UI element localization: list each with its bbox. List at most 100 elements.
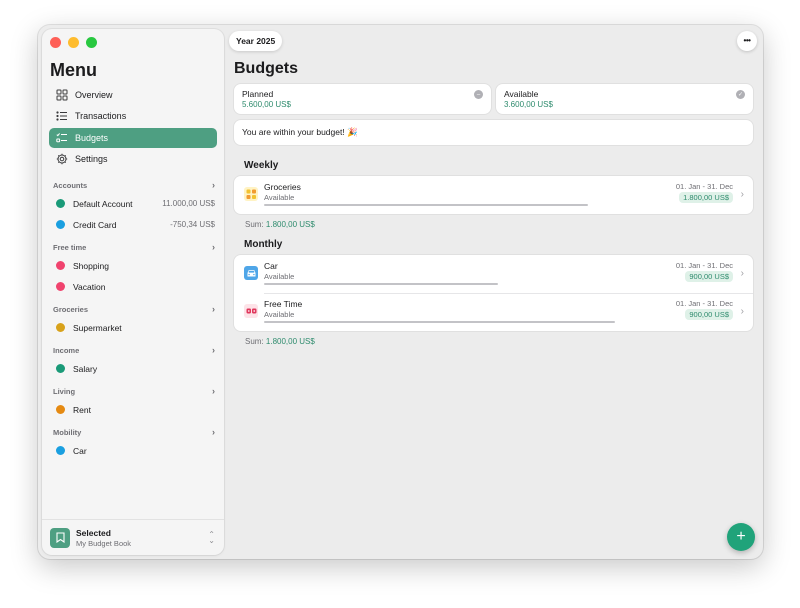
account-name: Supermarket xyxy=(73,322,122,333)
monthly-budget-list: Car Available 01. Jan - 31. Dec 900,00 U… xyxy=(234,255,753,331)
planned-value: 5.600,00 US$ xyxy=(242,100,291,109)
nav-item-transactions[interactable]: Transactions xyxy=(49,106,217,126)
ellipsis-icon: ••• xyxy=(743,36,751,45)
section-title-weekly: Weekly xyxy=(244,160,279,171)
budget-amount-badge: 900,00 US$ xyxy=(685,271,733,282)
nav-item-label: Overview xyxy=(75,90,113,100)
zoom-window-button[interactable] xyxy=(86,37,97,48)
budget-book-selector[interactable]: Selected My Budget Book ⌃ ⌄ xyxy=(42,519,224,555)
planned-card: Planned 5.600,00 US$ – xyxy=(234,84,491,114)
account-item-vacation[interactable]: Vacation xyxy=(50,276,218,297)
group-header[interactable]: Free time › xyxy=(50,239,218,255)
chevron-right-icon: › xyxy=(740,306,744,317)
chevron-right-icon: › xyxy=(212,304,215,314)
budget-status: Available xyxy=(264,272,295,281)
account-item-rent[interactable]: Rent xyxy=(50,399,218,420)
group-mobility: Mobility › Car xyxy=(50,424,218,461)
budget-row-free-time[interactable]: Free Time Available 01. Jan - 31. Dec 90… xyxy=(234,293,753,331)
checkmark-circle-icon[interactable]: ✓ xyxy=(736,90,745,99)
sidebar-nav: Overview Transactions Budgets Settings xyxy=(49,85,217,170)
group-title: Living xyxy=(53,386,76,396)
available-value: 3.600,00 US$ xyxy=(504,100,553,109)
budget-name: Free Time xyxy=(264,299,303,309)
budget-progress-bar xyxy=(264,204,588,206)
category-color-dot xyxy=(56,282,65,291)
account-item-supermarket[interactable]: Supermarket xyxy=(50,317,218,338)
budget-progress-bar xyxy=(264,283,498,285)
planned-label: Planned xyxy=(242,89,274,99)
group-living: Living › Rent xyxy=(50,383,218,420)
sum-label: Sum: xyxy=(245,337,264,346)
grid-icon xyxy=(56,89,68,101)
minus-circle-icon[interactable]: – xyxy=(474,90,483,99)
close-window-button[interactable] xyxy=(50,37,61,48)
nav-item-settings[interactable]: Settings xyxy=(49,149,217,169)
group-header[interactable]: Mobility › xyxy=(50,424,218,440)
nav-item-label: Transactions xyxy=(75,111,127,122)
nav-item-overview[interactable]: Overview xyxy=(49,85,217,105)
budget-name: Car xyxy=(264,261,278,271)
more-options-button[interactable]: ••• xyxy=(737,31,757,51)
chevron-right-icon: › xyxy=(212,427,215,437)
app-window: Menu Overview Transactions Budgets Setti… xyxy=(38,25,763,559)
group-header[interactable]: Accounts › xyxy=(50,177,218,193)
account-item-shopping[interactable]: Shopping xyxy=(50,255,218,276)
category-color-dot xyxy=(56,199,65,208)
group-income: Income › Salary xyxy=(50,342,218,379)
year-selector[interactable]: Year 2025 xyxy=(229,31,283,51)
page-title: Budgets xyxy=(234,60,298,77)
minimize-window-button[interactable] xyxy=(68,37,79,48)
account-groups: Accounts › Default Account 11.000,00 US$… xyxy=(50,177,218,465)
nav-item-label: Settings xyxy=(75,153,108,164)
group-title: Income xyxy=(53,345,80,355)
account-item-salary[interactable]: Salary xyxy=(50,358,218,379)
category-color-dot xyxy=(56,220,65,229)
selected-label: Selected xyxy=(76,527,111,538)
budget-status: Available xyxy=(264,310,295,319)
budget-date-range: 01. Jan - 31. Dec xyxy=(675,182,733,191)
budget-row-groceries[interactable]: Groceries Available 01. Jan - 31. Dec 1.… xyxy=(234,176,753,214)
nav-item-label: Budgets xyxy=(75,132,109,143)
window-controls xyxy=(50,37,97,48)
group-header[interactable]: Income › xyxy=(50,342,218,358)
checklist-icon xyxy=(56,132,67,142)
account-name: Default Account xyxy=(73,198,133,209)
account-item-car[interactable]: Car xyxy=(50,440,218,461)
group-title: Mobility xyxy=(53,427,82,437)
sum-label: Sum: xyxy=(245,220,264,229)
grocery-basket-icon xyxy=(244,187,258,201)
group-groceries: Groceries › Supermarket xyxy=(50,301,218,338)
group-accounts: Accounts › Default Account 11.000,00 US$… xyxy=(50,177,218,235)
budget-amount-badge: 1.800,00 US$ xyxy=(679,192,733,203)
category-color-dot xyxy=(56,261,65,270)
car-icon xyxy=(244,266,258,280)
monthly-sum: Sum: 1.800,00 US$ xyxy=(245,337,315,346)
group-header[interactable]: Living › xyxy=(50,383,218,399)
budget-date-range: 01. Jan - 31. Dec xyxy=(675,299,733,308)
weekly-budget-list: Groceries Available 01. Jan - 31. Dec 1.… xyxy=(234,176,753,214)
account-name: Car xyxy=(73,445,87,456)
budget-name: Groceries xyxy=(264,182,301,192)
group-title: Groceries xyxy=(53,304,89,314)
status-message-text: You are within your budget! 🎉 xyxy=(242,127,358,137)
chevron-right-icon: › xyxy=(212,345,215,355)
group-header[interactable]: Groceries › xyxy=(50,301,218,317)
budget-date-range: 01. Jan - 31. Dec xyxy=(675,261,733,270)
account-item-credit-card[interactable]: Credit Card -750,34 US$ xyxy=(50,214,218,235)
category-color-dot xyxy=(56,405,65,414)
sidebar-title: Menu xyxy=(50,60,97,80)
account-name: Salary xyxy=(73,363,98,374)
chevron-right-icon: › xyxy=(212,242,215,252)
budget-status: Available xyxy=(264,193,295,202)
ticket-icon xyxy=(244,304,258,318)
add-budget-button[interactable]: + xyxy=(727,523,755,551)
budget-row-car[interactable]: Car Available 01. Jan - 31. Dec 900,00 U… xyxy=(234,255,753,294)
nav-item-budgets[interactable]: Budgets xyxy=(49,127,217,148)
account-item-default-account[interactable]: Default Account 11.000,00 US$ xyxy=(50,193,218,214)
group-title: Free time xyxy=(53,242,87,252)
account-name: Rent xyxy=(73,404,91,415)
account-balance: -750,34 US$ xyxy=(170,220,215,229)
budget-progress-bar xyxy=(264,321,615,323)
chevron-right-icon: › xyxy=(212,180,215,190)
account-name: Shopping xyxy=(73,260,109,271)
